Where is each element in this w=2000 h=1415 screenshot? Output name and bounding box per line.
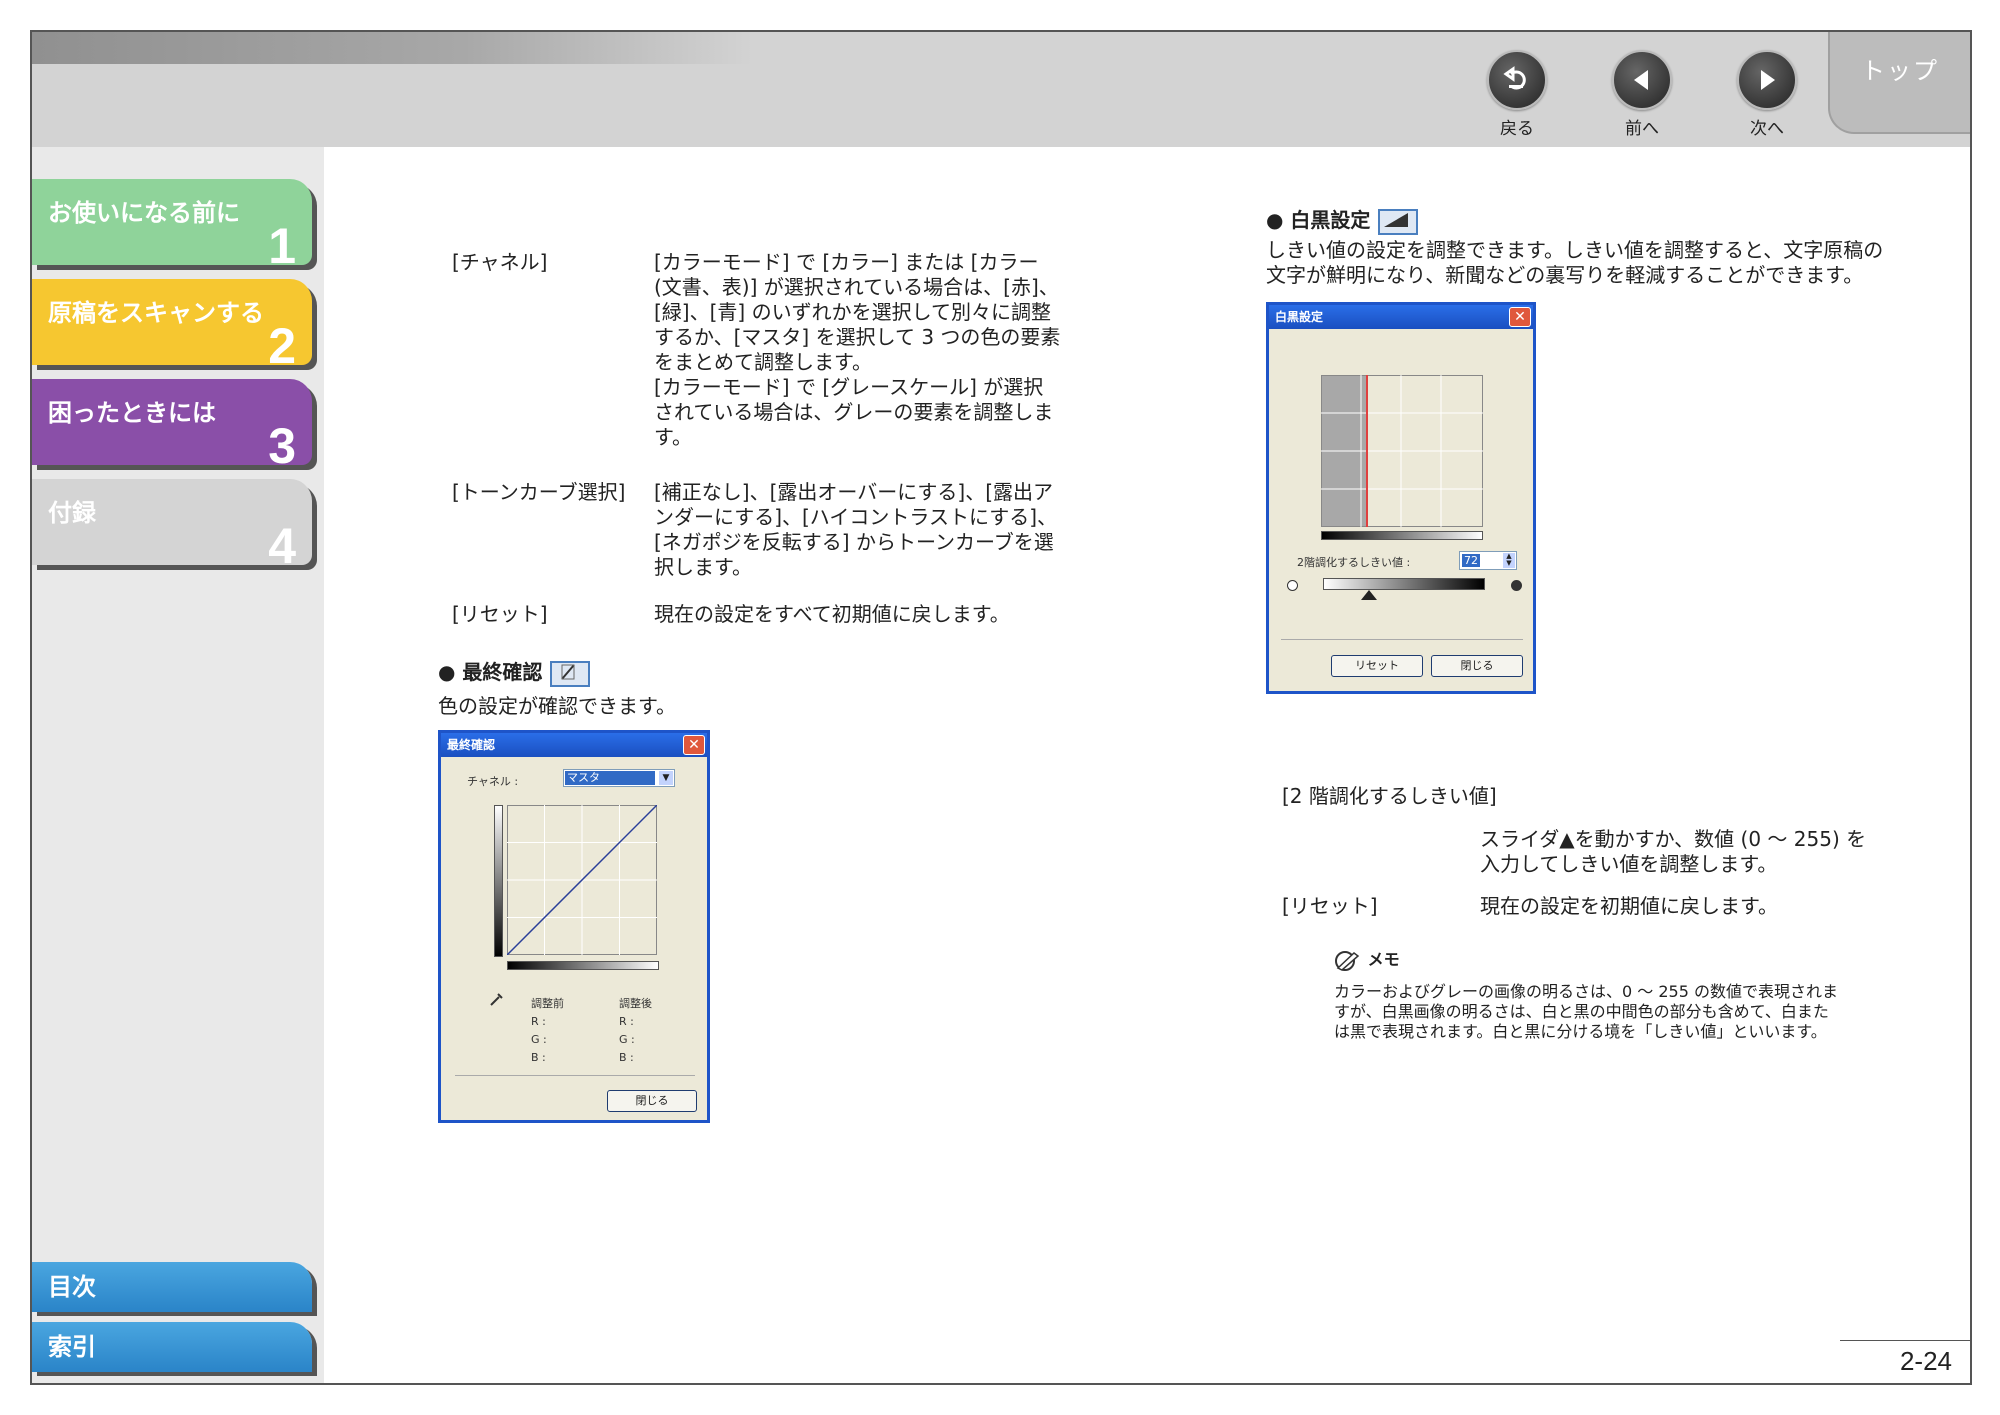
page-frame: 戻る 前へ 次へ トップ お使いになる前に 1 原稿をスキャンする 2 困ったと…: [30, 30, 1972, 1385]
channel-select[interactable]: マスタ ▼: [563, 769, 675, 787]
threshold-term: [2 階調化するしきい値]: [1282, 784, 1497, 808]
index-tab[interactable]: 索引: [32, 1322, 312, 1372]
top-tab[interactable]: トップ: [1828, 32, 1970, 134]
tone-curve-description: [補正なし]、[露出オーバーにする]、[露出ア ンダーにする]、[ハイコントラスト…: [654, 480, 1058, 579]
channel-label: チャネル :: [467, 775, 519, 788]
sidebar: お使いになる前に 1 原稿をスキャンする 2 困ったときには 3 付録 4 目次…: [32, 147, 324, 1383]
chapter-4-tab[interactable]: 付録 4: [32, 479, 312, 574]
chevron-down-icon: ▼: [659, 771, 673, 785]
page-number: 2-24: [1899, 1346, 1952, 1376]
after-g: G :: [619, 1033, 635, 1046]
back-label: 戻る: [1500, 119, 1534, 139]
threshold-input[interactable]: 72 ▲ ▼: [1459, 551, 1517, 570]
chapter-1-tab[interactable]: お使いになる前に 1: [32, 179, 312, 274]
black-point-icon: [1511, 580, 1522, 591]
chapter-2-number: 2: [268, 318, 296, 374]
after-r: R :: [619, 1015, 634, 1028]
prev-button[interactable]: 前へ: [1597, 50, 1687, 139]
chapter-3-tab[interactable]: 困ったときには 3: [32, 379, 312, 474]
spinner-icon[interactable]: ▲ ▼: [1503, 553, 1515, 568]
undo-icon: [1503, 66, 1526, 90]
input-gradient-bar: [507, 961, 659, 970]
bw-close-button[interactable]: 閉じる: [1431, 655, 1523, 677]
slider-thumb-icon[interactable]: [1359, 589, 1379, 601]
chapter-2-tab[interactable]: 原稿をスキャンする 2: [32, 279, 312, 374]
chapter-1-label: お使いになる前に: [48, 199, 240, 227]
final-close-button[interactable]: 閉じる: [607, 1090, 697, 1112]
pencil-icon: [1335, 950, 1360, 971]
bw-reset-button[interactable]: リセット: [1331, 655, 1423, 677]
before-g: G :: [531, 1033, 547, 1046]
threshold-histogram: [1321, 375, 1483, 527]
chapter-3-number: 3: [268, 418, 296, 474]
reset-term-right: [リセット]: [1282, 894, 1378, 918]
memo-text: カラーおよびグレーの画像の明るさは、0 〜 255 の数値で表現されま すが、白黒…: [1334, 982, 1838, 1041]
bw-setting-titlebar: 白黒設定 ✕: [1269, 305, 1533, 329]
close-icon[interactable]: ✕: [1509, 307, 1531, 327]
reset-description-left: 現在の設定をすべて初期値に戻します。: [654, 602, 1010, 626]
arrow-left-icon: [1634, 70, 1648, 90]
before-label: 調整前: [531, 997, 564, 1010]
after-b: B :: [619, 1051, 634, 1064]
chapter-4-number: 4: [268, 518, 296, 574]
chapter-1-number: 1: [268, 218, 296, 274]
final-check-icon: [550, 660, 591, 687]
final-check-heading: ● 最終確認: [438, 656, 591, 687]
bw-setting-description: しきい値の設定を調整できます。しきい値を調整すると、文字原稿の 文字が鮮明になり、…: [1266, 238, 1884, 287]
threshold-description: スライダ▲を動かすか、数値 (0 〜 255) を入力してしきい値を調整します。: [1480, 827, 1867, 876]
bw-setting-icon: [1378, 208, 1419, 235]
tone-curve-term: [トーンカーブ選択]: [452, 480, 626, 504]
prev-label: 前へ: [1625, 119, 1659, 139]
threshold-gradient-bar: [1321, 531, 1483, 540]
before-b: B :: [531, 1051, 546, 1064]
reset-description-right: 現在の設定を初期値に戻します。: [1480, 894, 1778, 918]
threshold-slider-track[interactable]: [1323, 578, 1485, 590]
final-check-description: 色の設定が確認できます。: [438, 694, 676, 718]
memo-heading: メモ: [1334, 946, 1400, 972]
before-r: R :: [531, 1015, 546, 1028]
white-point-icon: [1287, 580, 1298, 591]
chapter-4-label: 付録: [48, 499, 96, 527]
tone-curve-graph: [507, 805, 657, 955]
reset-term-left: [リセット]: [452, 602, 548, 626]
eyedropper-icon[interactable]: [489, 991, 505, 1007]
channel-description: [カラーモード] で [カラー] または [カラー (文書、表)] が選択されてい…: [654, 250, 1061, 449]
channel-term: [チャネル]: [452, 250, 548, 274]
back-button[interactable]: 戻る: [1472, 50, 1562, 139]
close-icon[interactable]: ✕: [683, 735, 705, 755]
output-gradient-bar: [494, 805, 503, 957]
final-check-dialog: 最終確認 ✕ チャネル : マスタ ▼ 調整前 調整後 R : G : B : R…: [438, 730, 710, 1123]
final-check-titlebar: 最終確認 ✕: [441, 733, 707, 757]
chapter-3-label: 困ったときには: [48, 399, 216, 427]
next-label: 次へ: [1750, 119, 1784, 139]
bw-setting-dialog: 白黒設定 ✕ 2階調化するしきい値 : 72 ▲ ▼ リセット 閉じる: [1266, 302, 1536, 694]
arrow-right-icon: [1761, 70, 1775, 90]
threshold-label: 2階調化するしきい値 :: [1297, 556, 1411, 569]
toc-tab[interactable]: 目次: [32, 1262, 312, 1312]
after-label: 調整後: [619, 997, 652, 1010]
next-button[interactable]: 次へ: [1722, 50, 1812, 139]
bw-setting-heading: ● 白黒設定: [1266, 204, 1419, 235]
chapter-2-label: 原稿をスキャンする: [48, 299, 264, 327]
